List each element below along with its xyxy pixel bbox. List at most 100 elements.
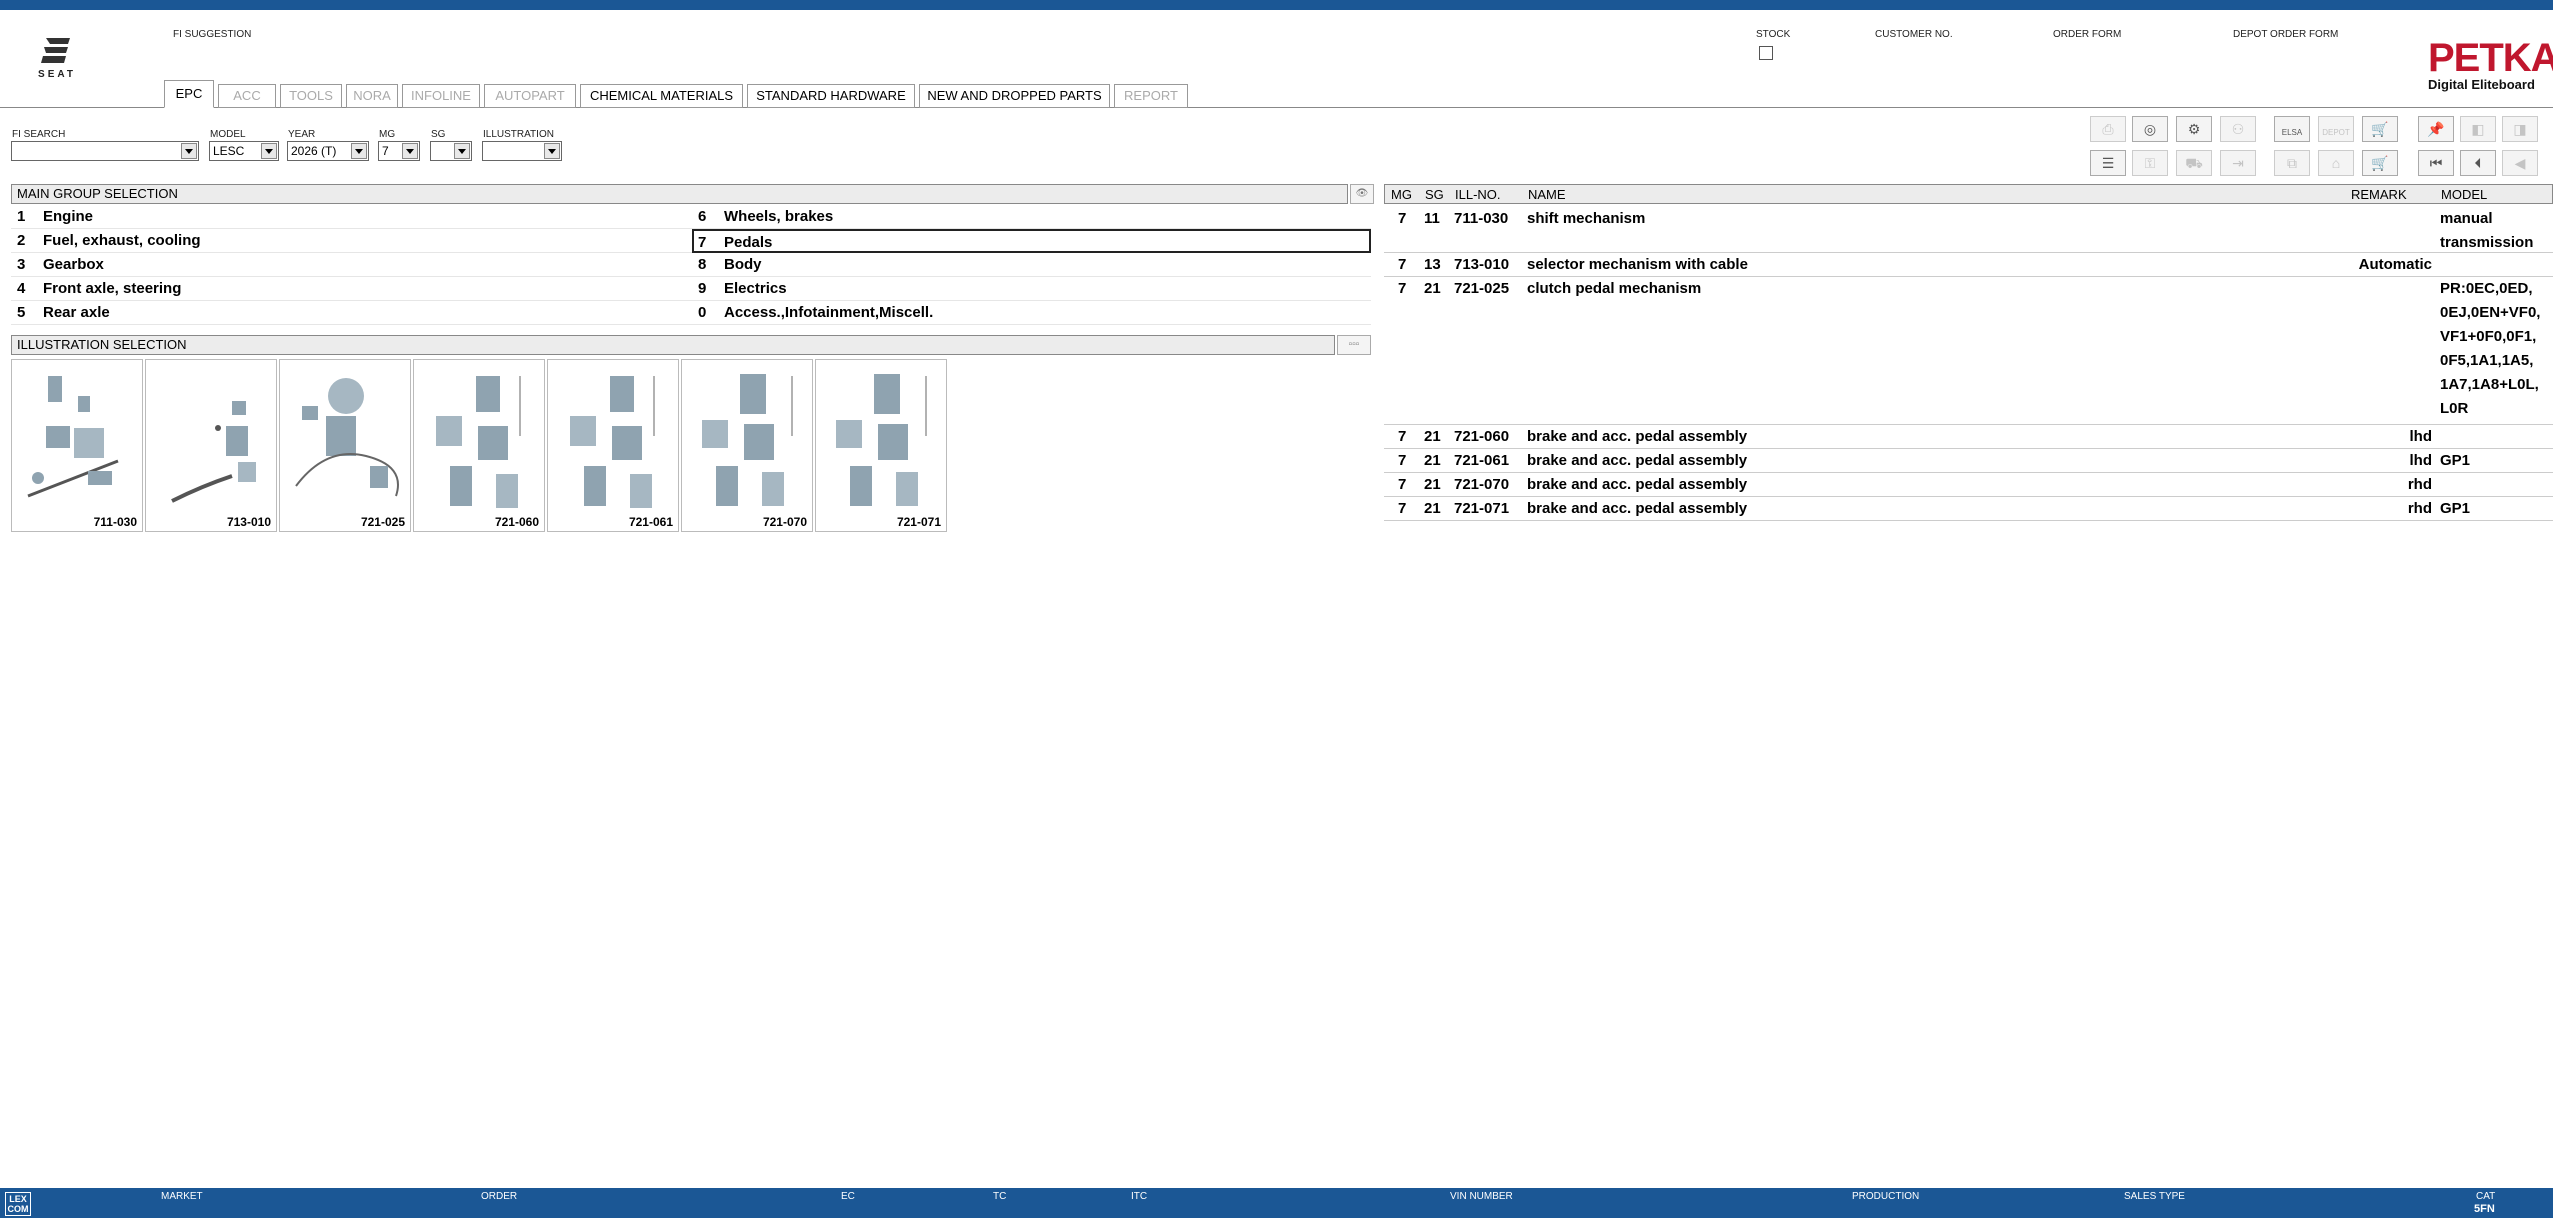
main-group-item-0[interactable]: 0 Access.,Infotainment,Miscell. [692, 301, 1371, 325]
elsa-button[interactable]: ELSA [2274, 116, 2310, 142]
illustration-label: ILLUSTRATION [483, 129, 554, 140]
table-row[interactable]: 7 21 721-025 clutch pedal mechanism PR:0… [1384, 277, 2553, 425]
illustration-thumb-721-025[interactable]: 721-025 [279, 359, 411, 532]
dropdown-arrow-icon[interactable] [454, 143, 470, 159]
dropdown-arrow-icon[interactable] [181, 143, 197, 159]
cell-name: selector mechanism with cable [1527, 256, 1748, 273]
pedal-assembly-drawing-icon [836, 374, 927, 506]
illustration-thumb-721-071[interactable]: 721-071 [815, 359, 947, 532]
depot-label: DEPOT [2322, 128, 2350, 137]
cell-name: shift mechanism [1527, 210, 1646, 227]
illustration-thumb-721-061[interactable]: 721-061 [547, 359, 679, 532]
dropdown-arrow-icon[interactable] [544, 143, 560, 159]
compare-icon[interactable]: ⧉ [2274, 150, 2310, 176]
list-view-icon[interactable]: ☰ [2090, 150, 2126, 176]
model-value: LESC [213, 144, 245, 158]
dropdown-arrow-icon[interactable] [402, 143, 418, 159]
clutch-pedal-drawing-icon [295, 378, 399, 497]
cell-sg: 11 [1424, 210, 1440, 227]
model-select[interactable]: LESC [209, 141, 279, 161]
petka-title: PETKA [2428, 36, 2553, 80]
main-group-item-9[interactable]: 9 Electrics [692, 277, 1371, 301]
tab-epc[interactable]: EPC [164, 80, 214, 108]
cart-icon[interactable]: 🛒 [2362, 116, 2398, 142]
pedal-assembly-drawing-icon [570, 376, 655, 508]
parts-table-header: MG SG ILL-NO. NAME REMARK MODEL [1384, 184, 2553, 204]
ec-label: EC [841, 1191, 855, 1202]
main-group-item-5[interactable]: 5 Rear axle [11, 301, 692, 325]
tab-report[interactable]: REPORT [1114, 84, 1188, 108]
cell-mg: 7 [1398, 500, 1407, 517]
parts-icon[interactable]: ⚙ [2176, 116, 2212, 142]
cell-model: PR:0EC,0ED, 0EJ,0EN+VF0, VF1+0F0,0F1, 0F… [2440, 280, 2541, 417]
tab-nora[interactable]: NORA [346, 84, 398, 108]
prev-page-icon[interactable]: ◧ [2460, 116, 2496, 142]
cell-remark: Automatic [2358, 256, 2432, 273]
main-group-item-3[interactable]: 3 Gearbox [11, 253, 692, 277]
illustration-thumb-721-070[interactable]: 721-070 [681, 359, 813, 532]
pin-icon[interactable]: 📌 [2418, 116, 2454, 142]
main-group-header: MAIN GROUP SELECTION [11, 184, 1348, 204]
fi-search-select[interactable] [11, 141, 199, 161]
petka-subtitle: Digital Eliteboard [2428, 77, 2535, 92]
illustration-selection-title: ILLUSTRATION SELECTION [17, 337, 187, 352]
illustration-select[interactable] [482, 141, 562, 161]
eye-icon[interactable]: 👁 [1350, 184, 1374, 204]
main-group-item-2[interactable]: 2 Fuel, exhaust, cooling [11, 229, 692, 253]
print-icon[interactable]: ⎙ [2090, 116, 2126, 142]
year-select[interactable]: 2026 (T) [287, 141, 369, 161]
tab-infoline[interactable]: INFOLINE [402, 84, 480, 108]
stock-checkbox[interactable] [1759, 46, 1773, 60]
table-row[interactable]: 7 21 721-061 brake and acc. pedal assemb… [1384, 449, 2553, 473]
back-icon[interactable]: ⏴ [2460, 150, 2496, 176]
table-row[interactable]: 7 21 721-060 brake and acc. pedal assemb… [1384, 425, 2553, 449]
dropdown-arrow-icon[interactable] [351, 143, 367, 159]
tab-new-and-dropped-parts[interactable]: NEW AND DROPPED PARTS [919, 84, 1110, 108]
depot-button[interactable]: DEPOT [2318, 116, 2354, 142]
main-group-item-8[interactable]: 8 Body [692, 253, 1371, 277]
table-row[interactable]: 7 21 721-070 brake and acc. pedal assemb… [1384, 473, 2553, 497]
dropdown-arrow-icon[interactable] [261, 143, 277, 159]
sg-select[interactable] [430, 141, 472, 161]
main-group-item-6[interactable]: 6 Wheels, brakes [692, 205, 1371, 229]
tab-chemical-materials[interactable]: CHEMICAL MATERIALS [580, 84, 743, 108]
shift-mechanism-drawing-icon [27, 376, 119, 498]
table-row[interactable]: 7 13 713-010 selector mechanism with cab… [1384, 253, 2553, 277]
main-group-label: Front axle, steering [43, 280, 182, 297]
stock-icon[interactable]: ⌂ [2318, 150, 2354, 176]
vehicle-icon[interactable]: ⛟ [2176, 150, 2212, 176]
tab-tools[interactable]: TOOLS [280, 84, 342, 108]
tab-standard-hardware[interactable]: STANDARD HARDWARE [747, 84, 915, 108]
main-group-num: 4 [17, 280, 26, 297]
grid-view-icon[interactable]: ▫▫▫ [1337, 335, 1371, 355]
arrow-right-icon[interactable]: ⇥ [2220, 150, 2256, 176]
search-parts-icon[interactable]: ⚇ [2220, 116, 2256, 142]
main-group-num: 9 [698, 280, 707, 297]
main-group-item-4[interactable]: 4 Front axle, steering [11, 277, 692, 301]
illustration-thumb-713-010[interactable]: 713-010 [145, 359, 277, 532]
main-group-label: Engine [43, 208, 94, 225]
cell-name: brake and acc. pedal assembly [1527, 476, 1748, 493]
next-page-icon[interactable]: ◨ [2502, 116, 2538, 142]
cell-name: brake and acc. pedal assembly [1527, 452, 1748, 469]
main-group-num: 3 [17, 256, 26, 273]
key-icon[interactable]: ⚿ [2132, 150, 2168, 176]
col-remark: REMARK [2351, 187, 2407, 202]
mg-select[interactable]: 7 [378, 141, 420, 161]
tab-acc[interactable]: ACC [218, 84, 276, 108]
illustration-thumb-711-030[interactable]: 711-030 [11, 359, 143, 532]
main-group-item-1[interactable]: 1 Engine [11, 205, 692, 229]
illustration-thumb-721-060[interactable]: 721-060 [413, 359, 545, 532]
order-label: ORDER [481, 1191, 518, 1202]
table-row[interactable]: 7 21 721-071 brake and acc. pedal assemb… [1384, 497, 2553, 521]
table-row[interactable]: 7 11 711-030 shift mechanism manual tran… [1384, 205, 2553, 253]
forward-icon[interactable]: ◀ [2502, 150, 2538, 176]
seat-logo: SEAT [28, 36, 86, 86]
lexcom-logo: LEX COM [5, 1192, 31, 1216]
first-icon[interactable]: ⏮ [2418, 150, 2454, 176]
order-form-label: ORDER FORM [2053, 29, 2122, 40]
cart-add-icon[interactable]: 🛒 [2362, 150, 2398, 176]
disc-icon[interactable]: ◎ [2132, 116, 2168, 142]
tab-autopart[interactable]: AUTOPART [484, 84, 576, 108]
main-group-item-7[interactable]: 7 Pedals [692, 229, 1371, 253]
